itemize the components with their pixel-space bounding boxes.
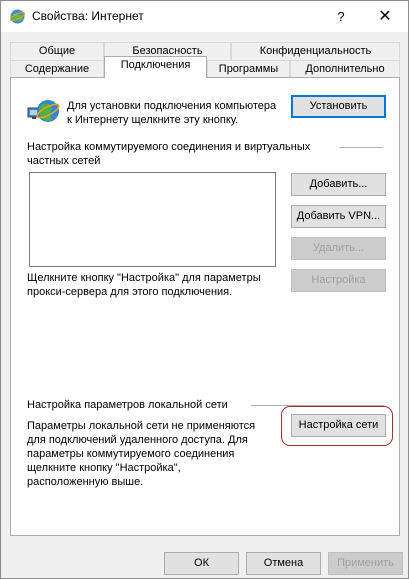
lan-description-line4: щелкните кнопку "Настройка", [27,462,181,474]
setup-description-line2: к Интернету щелкните эту кнопку. [67,114,239,126]
connections-panel: Для установки подключения компьютера к И… [10,77,400,536]
proxy-hint-line1: Щелкните кнопку "Настройка" для параметр… [27,272,261,284]
tab-content[interactable]: Содержание [10,60,104,78]
tab-general[interactable]: Общие [10,42,104,60]
setup-description-line1: Для установки подключения компьютера [67,100,277,112]
tab-connections[interactable]: Подключения [104,56,207,78]
cancel-button[interactable]: Отмена [246,552,321,575]
lan-settings-button[interactable]: Настройка сети [291,414,386,437]
connections-list[interactable] [29,172,276,267]
lan-section-title: Настройка параметров локальной сети [27,399,228,411]
internet-properties-window: Свойства: Интернет ? ✕ Общие Безопасност… [0,0,409,579]
vpn-section-title-line2: частных сетей [27,155,101,167]
ok-button[interactable]: ОК [164,552,239,575]
settings-button[interactable]: Настройка [291,269,386,292]
lan-description-line1: Параметры локальной сети не применяются [27,420,256,432]
add-vpn-button[interactable]: Добавить VPN... [291,205,386,228]
remove-button[interactable]: Удалить... [291,237,386,260]
close-button[interactable]: ✕ [363,1,407,32]
internet-options-icon [9,9,26,24]
vpn-section-title-line1: Настройка коммутируемого соединения и ви… [27,141,311,153]
window-title: Свойства: Интернет [32,9,144,23]
network-globe-icon [27,100,60,122]
lan-description-line3: параметры коммутируемого соединения [27,448,235,460]
vpn-section-divider [339,147,383,148]
tab-advanced[interactable]: Дополнительно [290,60,400,78]
lan-description-line5: расположенную выше. [27,476,144,488]
close-icon: ✕ [378,8,392,25]
add-button[interactable]: Добавить... [291,173,386,196]
tab-privacy[interactable]: Конфиденциальность [231,42,400,60]
setup-button[interactable]: Установить [291,95,386,118]
help-button[interactable]: ? [319,1,363,32]
tab-programs[interactable]: Программы [207,60,290,78]
apply-button[interactable]: Применить [328,552,403,575]
title-bar: Свойства: Интернет ? ✕ [1,1,408,32]
lan-description-line2: для подключений удаленного доступа. Для [27,434,248,446]
help-icon: ? [337,9,345,24]
proxy-hint-line2: прокси-сервера для этого подключения. [27,286,233,298]
